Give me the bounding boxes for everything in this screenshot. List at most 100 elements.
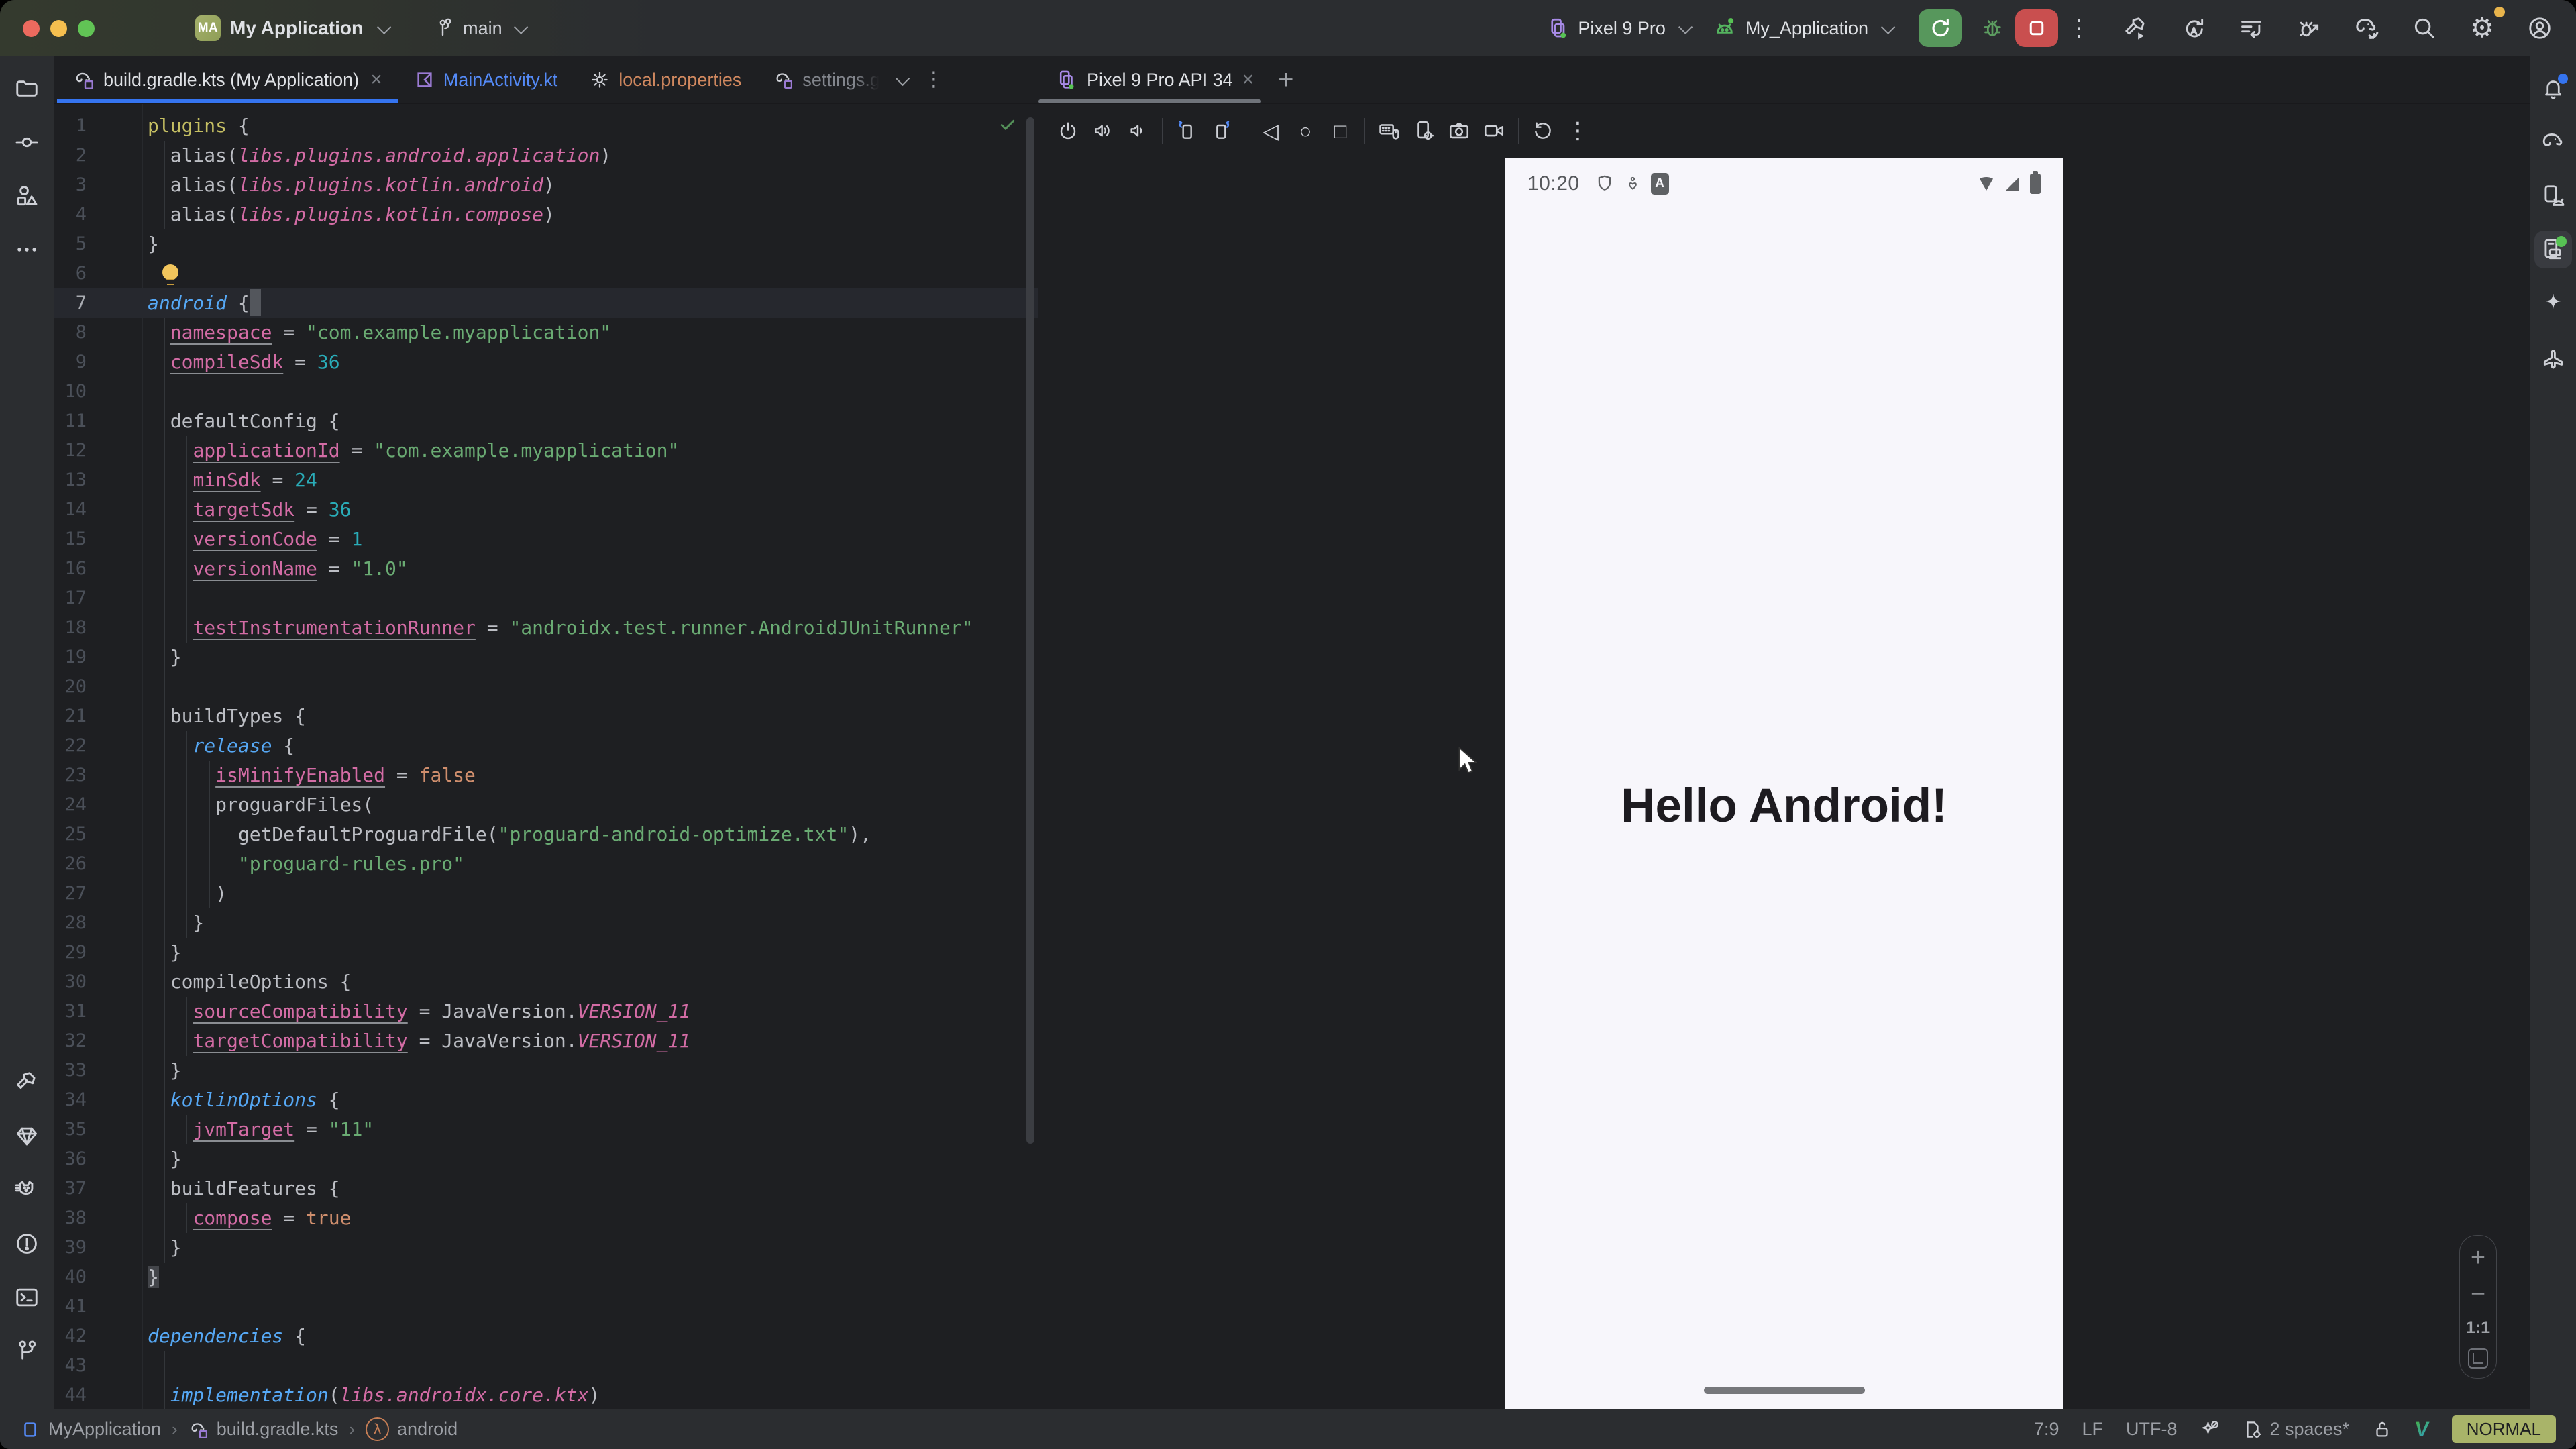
code-line[interactable]: 37 buildFeatures {: [54, 1174, 1038, 1203]
code-line[interactable]: 5}: [54, 229, 1038, 259]
line-number[interactable]: 1: [54, 111, 87, 141]
code-line[interactable]: 10: [54, 377, 1038, 407]
code-line[interactable]: 3 alias(libs.plugins.kotlin.android): [54, 170, 1038, 200]
file-encoding[interactable]: UTF-8: [2126, 1419, 2178, 1440]
assistant-tool-button[interactable]: [2534, 338, 2572, 376]
back-button[interactable]: ◁: [1253, 113, 1288, 148]
breadcrumb-project[interactable]: MyApplication: [20, 1419, 161, 1440]
tab-options-button[interactable]: ⋮: [924, 70, 944, 90]
line-number[interactable]: 22: [54, 731, 87, 761]
code-line[interactable]: 23 isMinifyEnabled = false: [54, 761, 1038, 790]
search-everywhere-button[interactable]: [2406, 9, 2443, 47]
line-number[interactable]: 31: [54, 997, 87, 1026]
line-number[interactable]: 10: [54, 377, 87, 407]
gradle-tool-button[interactable]: [2534, 123, 2572, 161]
gradle-sync-button[interactable]: [2348, 9, 2385, 47]
more-tool-windows-button[interactable]: [8, 231, 46, 268]
code-line[interactable]: 9 compileSdk = 36: [54, 347, 1038, 377]
line-number[interactable]: 18: [54, 613, 87, 643]
line-ending[interactable]: LF: [2082, 1419, 2103, 1440]
code-line[interactable]: 19 }: [54, 643, 1038, 672]
stop-app-button[interactable]: [2015, 9, 2058, 47]
breadcrumb-element[interactable]: λ android: [366, 1417, 458, 1441]
code-line[interactable]: 35 jvmTarget = "11": [54, 1115, 1038, 1144]
add-device-tab-button[interactable]: +: [1265, 65, 1307, 95]
line-number[interactable]: 21: [54, 702, 87, 731]
code-line[interactable]: 16 versionName = "1.0": [54, 554, 1038, 584]
code-line[interactable]: 29 }: [54, 938, 1038, 967]
screen-record-button[interactable]: [1477, 113, 1511, 148]
code-line[interactable]: 12 applicationId = "com.example.myapplic…: [54, 436, 1038, 466]
problems-tool-button[interactable]: [8, 1225, 46, 1263]
code-line[interactable]: 7android {: [54, 288, 1038, 318]
volume-up-button[interactable]: [1085, 113, 1120, 148]
code-line[interactable]: 36 }: [54, 1144, 1038, 1174]
zoom-in-button[interactable]: +: [2471, 1245, 2485, 1271]
line-number[interactable]: 36: [54, 1144, 87, 1174]
hardware-input-button[interactable]: [1372, 113, 1407, 148]
code-editor[interactable]: 1plugins {2 alias(libs.plugins.android.a…: [54, 104, 1038, 1409]
line-number[interactable]: 40: [54, 1263, 87, 1292]
code-line[interactable]: 27 ): [54, 879, 1038, 908]
code-line[interactable]: 11 defaultConfig {: [54, 407, 1038, 436]
code-line[interactable]: 41: [54, 1292, 1038, 1322]
line-number[interactable]: 23: [54, 761, 87, 790]
line-number[interactable]: 33: [54, 1056, 87, 1085]
code-line[interactable]: 22 release {: [54, 731, 1038, 761]
code-line[interactable]: 2 alias(libs.plugins.android.application…: [54, 141, 1038, 170]
running-devices-tool-button[interactable]: [2534, 231, 2572, 268]
close-tab-icon[interactable]: ×: [1242, 68, 1254, 91]
line-number[interactable]: 19: [54, 643, 87, 672]
unlocked-icon[interactable]: [2372, 1419, 2392, 1440]
code-line[interactable]: 24 proguardFiles(: [54, 790, 1038, 820]
line-number[interactable]: 43: [54, 1351, 87, 1381]
build-tool-button[interactable]: [8, 1064, 46, 1102]
app-quality-insights-tool-button[interactable]: [8, 1118, 46, 1155]
commit-tool-button[interactable]: [8, 123, 46, 161]
quickfix-bulb-icon[interactable]: [162, 264, 178, 280]
fullscreen-window-button[interactable]: [78, 20, 95, 37]
line-number[interactable]: 20: [54, 672, 87, 702]
breadcrumb-file[interactable]: build.gradle.kts: [189, 1419, 339, 1440]
rotate-right-button[interactable]: [1204, 113, 1239, 148]
line-number[interactable]: 37: [54, 1174, 87, 1203]
rotate-left-button[interactable]: [1169, 113, 1204, 148]
code-line[interactable]: 38 compose = true: [54, 1203, 1038, 1233]
apply-changes-restart-button[interactable]: [2175, 9, 2212, 47]
line-number[interactable]: 9: [54, 347, 87, 377]
code-line[interactable]: 6: [54, 259, 1038, 288]
line-number[interactable]: 39: [54, 1233, 87, 1263]
line-number[interactable]: 6: [54, 259, 87, 288]
code-line[interactable]: 26 "proguard-rules.pro": [54, 849, 1038, 879]
code-line[interactable]: 30 compileOptions {: [54, 967, 1038, 997]
code-line[interactable]: 39 }: [54, 1233, 1038, 1263]
gesture-navigation-bar[interactable]: [1704, 1387, 1865, 1394]
code-line[interactable]: 1plugins {: [54, 111, 1038, 141]
line-number[interactable]: 25: [54, 820, 87, 849]
code-line[interactable]: 4 alias(libs.plugins.kotlin.compose): [54, 200, 1038, 229]
close-window-button[interactable]: [23, 20, 40, 37]
tab-mainactivity-kt[interactable]: MainActivity.kt: [398, 56, 574, 103]
attach-debugger-button[interactable]: [2290, 9, 2328, 47]
overview-button[interactable]: □: [1323, 113, 1358, 148]
zoom-actual-size-button[interactable]: 1:1: [2466, 1318, 2490, 1338]
code-line[interactable]: 17: [54, 584, 1038, 613]
code-line[interactable]: 14 targetSdk = 36: [54, 495, 1038, 525]
device-screen[interactable]: 10:20 A Hello Android!: [1505, 158, 2063, 1409]
more-emulator-options-button[interactable]: ⋮: [1560, 113, 1595, 148]
line-number[interactable]: 38: [54, 1203, 87, 1233]
line-number[interactable]: 17: [54, 584, 87, 613]
line-number[interactable]: 41: [54, 1292, 87, 1322]
line-number[interactable]: 34: [54, 1085, 87, 1115]
snapshot-restore-button[interactable]: [1525, 113, 1560, 148]
close-tab-icon[interactable]: ×: [370, 68, 382, 91]
code-line[interactable]: 31 sourceCompatibility = JavaVersion.VER…: [54, 997, 1038, 1026]
line-number[interactable]: 24: [54, 790, 87, 820]
vim-mode-badge[interactable]: NORMAL: [2452, 1415, 2556, 1443]
line-number[interactable]: 3: [54, 170, 87, 200]
tab-pixel-9-pro-api-34[interactable]: Pixel 9 Pro API 34 ×: [1038, 56, 1265, 103]
line-number[interactable]: 14: [54, 495, 87, 525]
line-number[interactable]: 12: [54, 436, 87, 466]
vcs-branch-selector[interactable]: main: [435, 17, 525, 39]
run-configuration-selector[interactable]: My_Application: [1712, 15, 1892, 41]
